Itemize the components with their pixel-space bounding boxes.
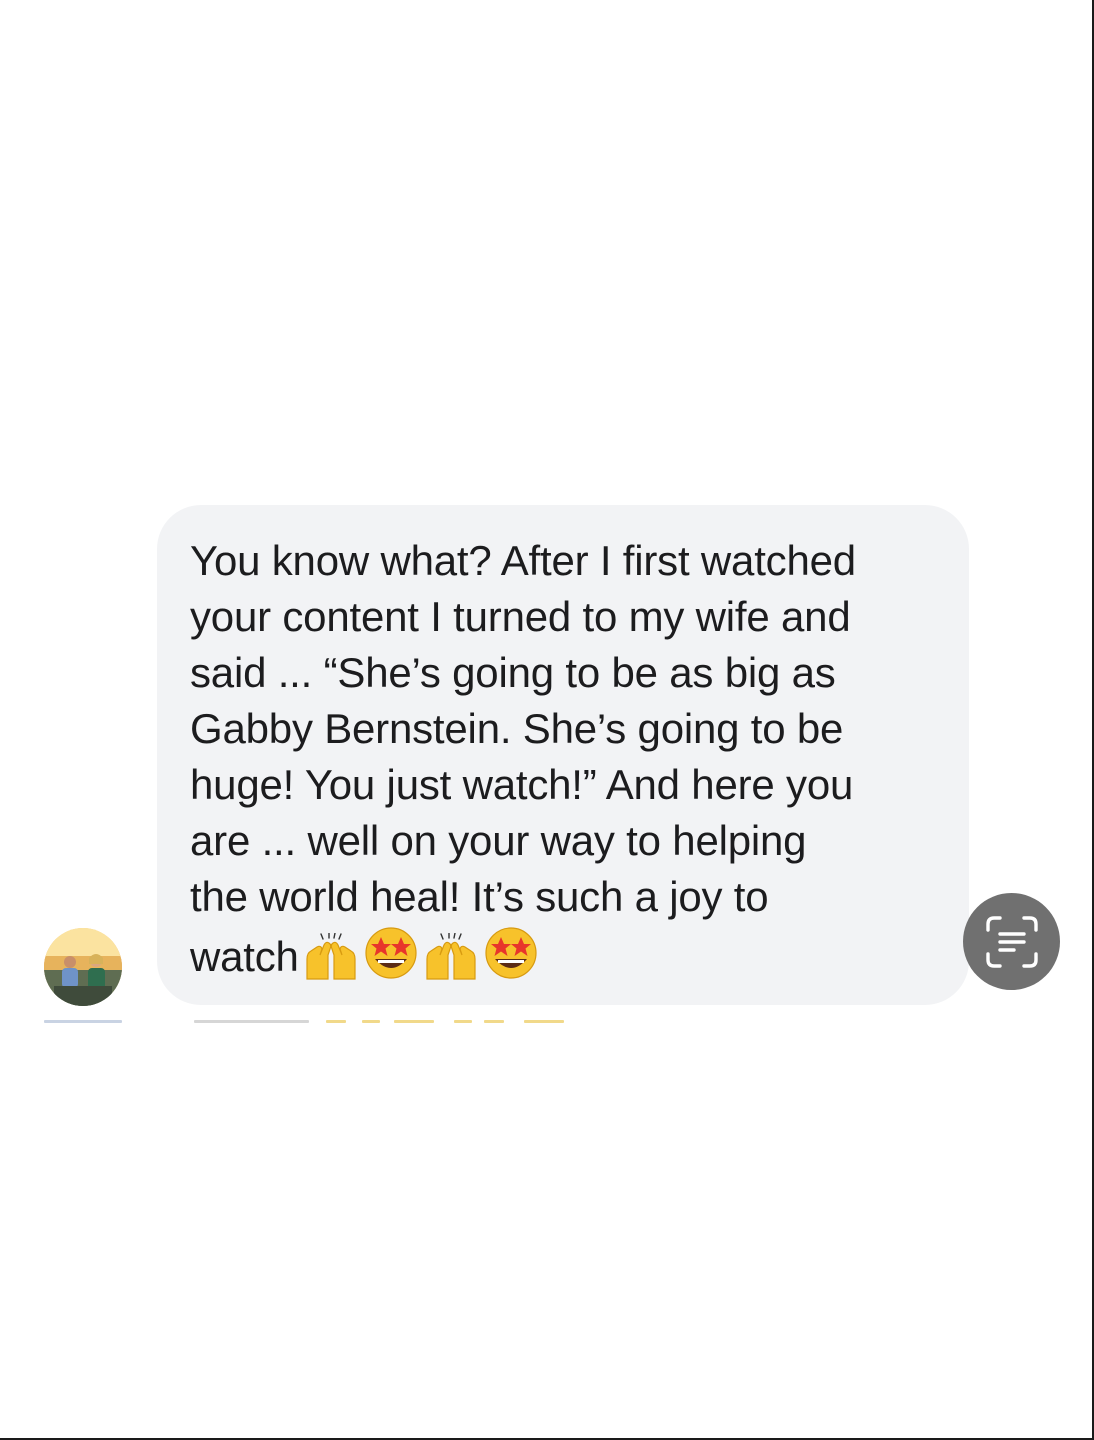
message-bubble[interactable]: You know what? After I first watched you…: [157, 505, 969, 1005]
message-text: You know what? After I first watched you…: [190, 533, 939, 995]
message-line: Gabby Bernstein. She’s going to be: [190, 705, 844, 752]
next-message-edge: [44, 1020, 969, 1024]
message-line: the world heal! It’s such a joy to: [190, 873, 769, 920]
live-text-scan-button[interactable]: [963, 893, 1060, 990]
live-text-scan-icon: [985, 915, 1038, 968]
sender-avatar[interactable]: [44, 928, 122, 1006]
profile-photo-icon: [44, 928, 122, 1006]
star-struck-emoji: [483, 925, 539, 995]
message-line: watch: [190, 933, 299, 980]
star-struck-emoji: [363, 925, 419, 995]
message-line: said ... “She’s going to be as big as: [190, 649, 836, 696]
message-row: You know what? After I first watched you…: [0, 0, 1094, 1440]
raising-hands-emoji: [301, 932, 361, 995]
message-line: huge! You just watch!” And here you: [190, 761, 854, 808]
message-line: are ... well on your way to helping: [190, 817, 807, 864]
raising-hands-emoji: [421, 932, 481, 995]
message-line: your content I turned to my wife and: [190, 593, 851, 640]
message-line: You know what? After I first watched: [190, 537, 856, 584]
